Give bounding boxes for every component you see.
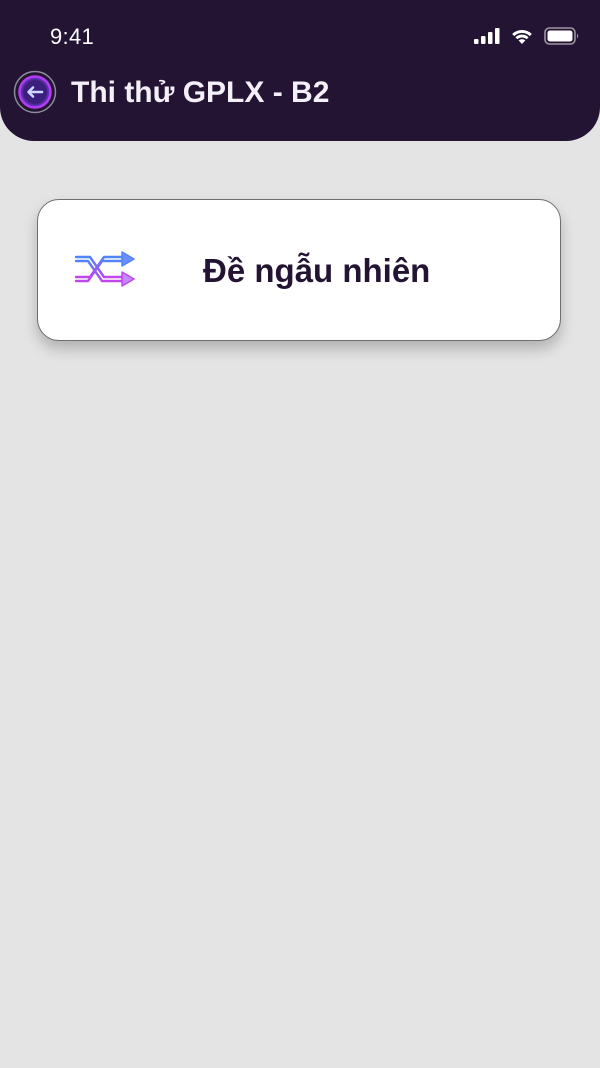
status-time: 9:41 — [50, 24, 95, 49]
page-title: Thi thử GPLX - B2 — [71, 76, 330, 109]
status-icons — [474, 24, 580, 48]
signal-icon — [474, 28, 500, 44]
random-test-label: Đề ngẫu nhiên — [203, 252, 431, 289]
back-button[interactable] — [13, 70, 57, 114]
wifi-icon — [512, 29, 532, 44]
shuffle-icon — [74, 249, 138, 293]
app-header: 9:41 Thi thử GPLX - B2 — [0, 0, 600, 141]
random-test-card[interactable]: Đề ngẫu nhiên — [37, 199, 561, 341]
back-arrow-icon — [13, 70, 57, 114]
battery-icon — [544, 27, 579, 45]
